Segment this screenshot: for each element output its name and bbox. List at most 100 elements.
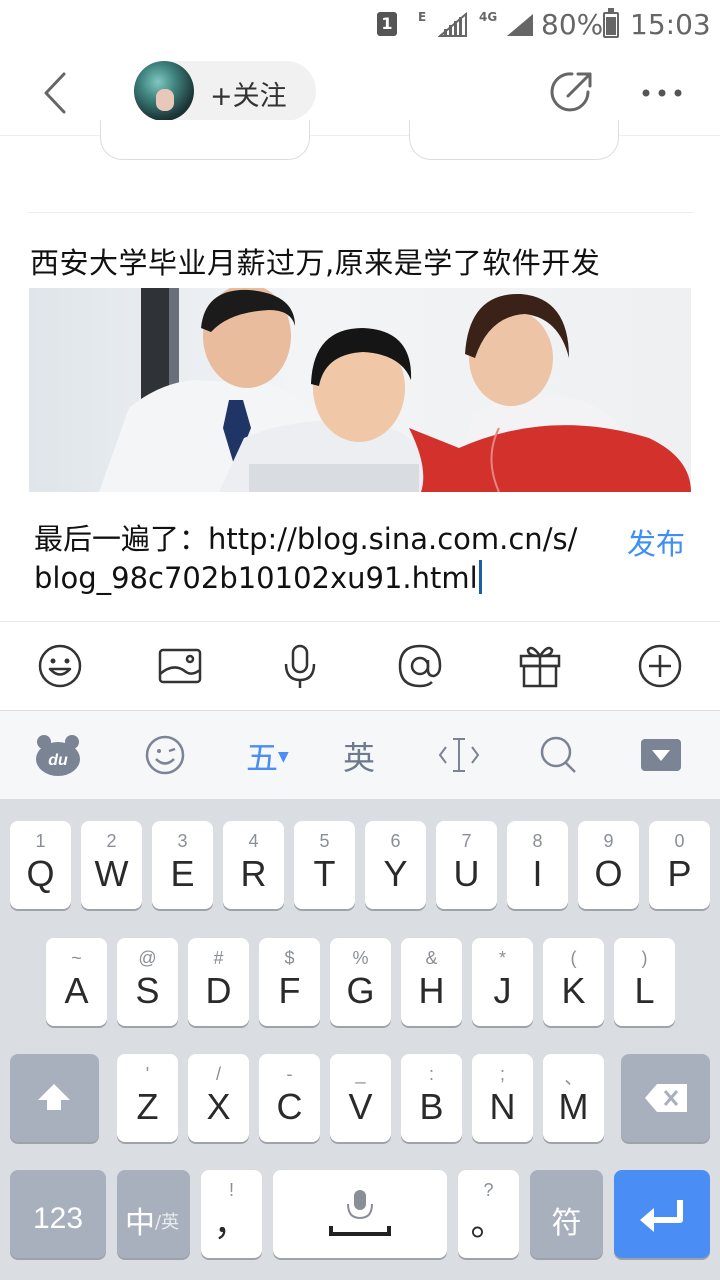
key-m[interactable]: 、 M <box>543 1054 604 1142</box>
key-k[interactable]: (K <box>543 938 604 1026</box>
more-icon[interactable] <box>640 75 684 111</box>
key-hint: 6 <box>390 831 401 851</box>
article-headline[interactable]: 西安大学毕业月薪过万,原来是学了软件开发 <box>30 240 600 282</box>
image-icon[interactable] <box>156 642 204 690</box>
key-label: T <box>313 853 336 894</box>
key-hint: 9 <box>603 831 614 851</box>
network-type-4g: 4G <box>479 10 498 24</box>
key-t[interactable]: 5T <box>294 821 355 909</box>
key-label: 符 <box>551 1207 582 1240</box>
backspace-key[interactable] <box>621 1054 710 1142</box>
at-icon[interactable] <box>396 642 444 690</box>
key-hint: : <box>428 1064 434 1084</box>
ad-image[interactable] <box>29 288 691 492</box>
key-hint: ( <box>570 948 577 968</box>
key-label: 。 <box>470 1202 507 1243</box>
key-d[interactable]: # D <box>188 938 249 1026</box>
share-icon[interactable] <box>548 70 594 116</box>
key-hint: ' <box>145 1064 150 1084</box>
key-label: F <box>278 970 301 1011</box>
key-w[interactable]: 2W <box>81 821 142 909</box>
key-hint: 1 <box>35 831 46 851</box>
key-e[interactable]: 3E <box>152 821 213 909</box>
key-hint: 7 <box>461 831 472 851</box>
key-u[interactable]: 7U <box>436 821 497 909</box>
key-label: W <box>94 853 129 894</box>
key-hint: 4 <box>248 831 259 851</box>
gift-icon[interactable] <box>516 642 564 690</box>
key-o[interactable]: 9O <box>578 821 639 909</box>
key-label: K <box>561 970 586 1011</box>
clock: 15:03 <box>630 8 711 41</box>
key-c[interactable]: -C <box>259 1054 320 1142</box>
microphone-icon <box>329 1190 391 1236</box>
symbols-key[interactable]: 符 <box>530 1170 603 1258</box>
key-v[interactable]: _ V <box>330 1054 391 1142</box>
signal-icon <box>507 14 533 36</box>
numbers-key[interactable]: 123 <box>10 1170 106 1258</box>
key-hint: / <box>215 1064 221 1084</box>
key-n[interactable]: ; N <box>472 1054 533 1142</box>
key-p[interactable]: 0P <box>649 821 710 909</box>
key-label: H <box>418 970 445 1011</box>
lang-sub-label: /英 <box>155 1212 180 1233</box>
key-f[interactable]: $ F <box>259 938 320 1026</box>
comment-input[interactable]: 最后一遍了：http://blog.sina.com.cn/s/blog_98c… <box>34 520 594 598</box>
follow-button[interactable]: +关注 <box>134 61 316 121</box>
cursor-move-icon[interactable] <box>438 733 480 777</box>
key-hint: - <box>286 1064 293 1084</box>
lang-main-label: 中 <box>125 1206 155 1241</box>
shift-key[interactable] <box>10 1054 99 1142</box>
comma-key[interactable]: !， <box>201 1170 262 1258</box>
key-g[interactable]: % G <box>330 938 391 1026</box>
key-label: Q <box>26 853 55 894</box>
follow-label: +关注 <box>210 81 287 112</box>
key-label: G <box>346 970 375 1011</box>
battery-percent: 80% <box>541 8 604 41</box>
baidu-bear-icon[interactable]: du <box>35 733 81 777</box>
key-j[interactable]: * J <box>472 938 533 1026</box>
key-hint: 3 <box>177 831 188 851</box>
space-key[interactable] <box>273 1170 447 1258</box>
key-i[interactable]: 8I <box>507 821 568 909</box>
key-hint: 5 <box>319 831 330 851</box>
microphone-icon[interactable] <box>276 642 324 690</box>
search-icon[interactable] <box>538 733 580 777</box>
key-hint: # <box>213 948 224 968</box>
english-mode-button[interactable]: 英 <box>343 733 375 777</box>
wubi-mode-button[interactable]: 五▼ <box>246 733 289 777</box>
key-h[interactable]: & H <box>401 938 462 1026</box>
publish-button[interactable]: 发布 <box>627 521 685 563</box>
key-x[interactable]: / X <box>188 1054 249 1142</box>
avatar[interactable] <box>134 61 194 121</box>
key-s[interactable]: @ S <box>117 938 178 1026</box>
enter-key[interactable] <box>614 1170 710 1258</box>
key-hint: 2 <box>106 831 117 851</box>
ime-toolbar: du 五▼ 英 <box>0 711 720 799</box>
key-hint: ; <box>499 1064 505 1084</box>
key-label: M <box>558 1086 589 1127</box>
hide-keyboard-icon[interactable] <box>640 733 682 777</box>
key-r[interactable]: 4R <box>223 821 284 909</box>
key-hint: _ <box>355 1064 366 1084</box>
add-icon[interactable] <box>636 642 684 690</box>
comment-input-text: 最后一遍了：http://blog.sina.com.cn/s/blog_98c… <box>34 522 578 595</box>
back-icon[interactable] <box>30 68 80 118</box>
language-switch-key[interactable]: 中/英 <box>117 1170 190 1258</box>
key-label: ， <box>213 1202 250 1243</box>
ad-image-illustration <box>99 288 691 492</box>
action-button-right[interactable] <box>409 120 619 160</box>
key-l[interactable]: ) L <box>614 938 675 1026</box>
key-q[interactable]: 1Q <box>10 821 71 909</box>
key-a[interactable]: ~ A <box>46 938 107 1026</box>
emoji-icon[interactable] <box>144 733 186 777</box>
key-b[interactable]: :B <box>401 1054 462 1142</box>
action-button-left[interactable] <box>100 120 310 160</box>
status-bar: 1 E 4G 80% 15:03 <box>0 0 720 50</box>
period-key[interactable]: ?。 <box>458 1170 519 1258</box>
key-y[interactable]: 6Y <box>365 821 426 909</box>
key-label: S <box>135 970 160 1011</box>
emoji-icon[interactable] <box>36 642 84 690</box>
key-z[interactable]: ' Z <box>117 1054 178 1142</box>
key-hint: 8 <box>532 831 543 851</box>
